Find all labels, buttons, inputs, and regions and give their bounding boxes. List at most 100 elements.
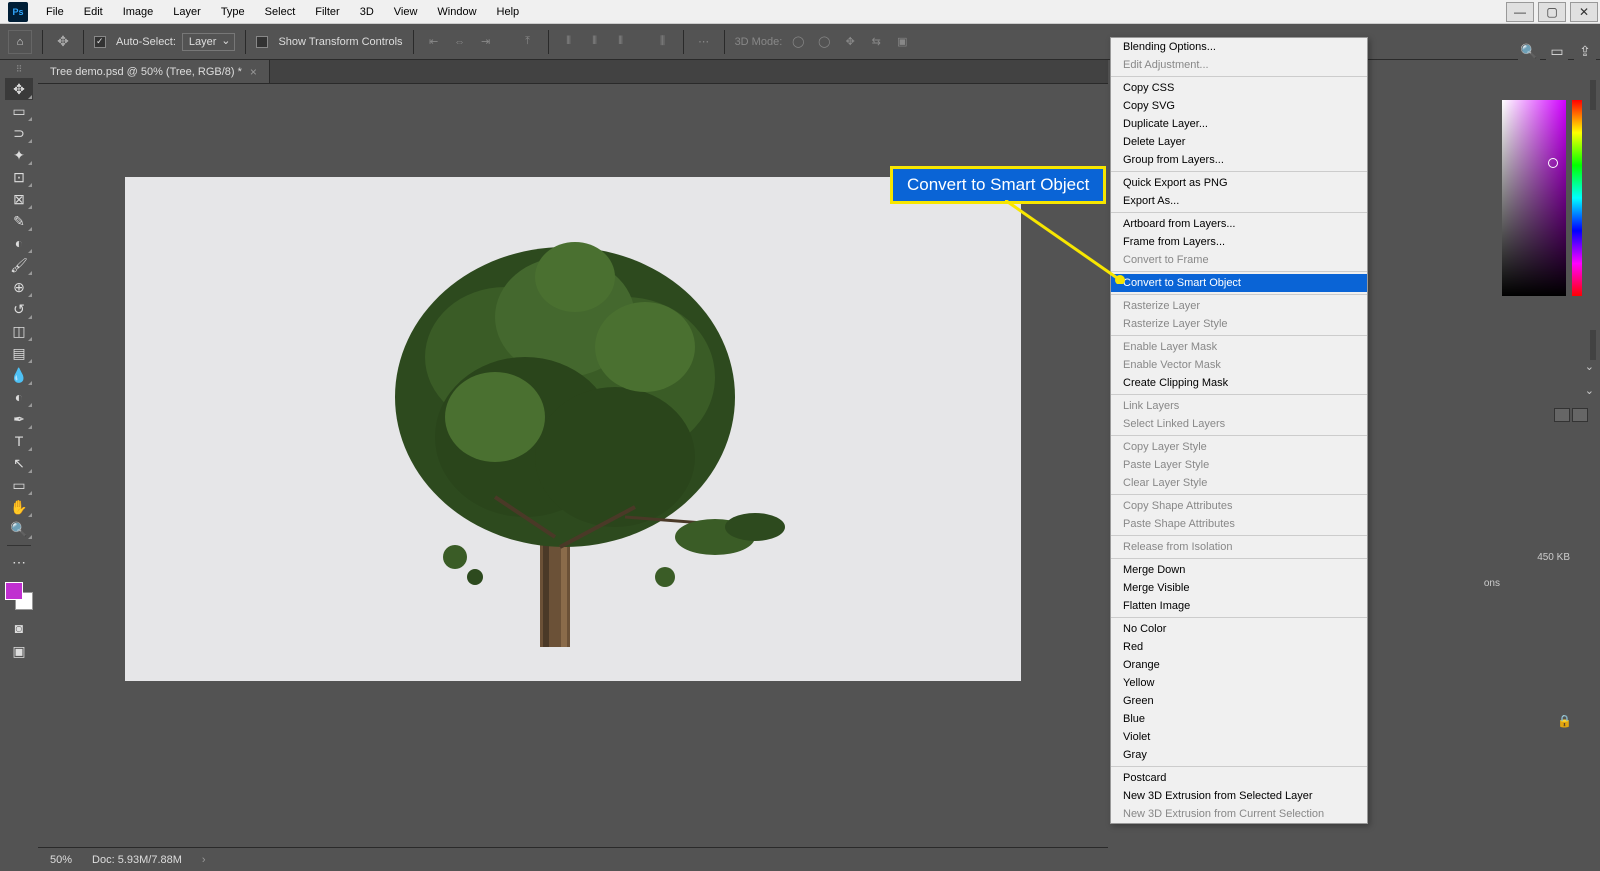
ctx-green[interactable]: Green bbox=[1111, 692, 1367, 710]
ctx-postcard[interactable]: Postcard bbox=[1111, 769, 1367, 787]
menu-3d[interactable]: 3D bbox=[350, 2, 384, 22]
move-tool[interactable]: ✥ bbox=[5, 78, 33, 100]
maximize-button[interactable]: ▢ bbox=[1538, 2, 1566, 22]
distribute-h-icon[interactable]: ⫼ bbox=[653, 32, 673, 52]
menu-window[interactable]: Window bbox=[427, 2, 486, 22]
ctx-blue[interactable]: Blue bbox=[1111, 710, 1367, 728]
ctx-quick-export-as-png[interactable]: Quick Export as PNG bbox=[1111, 174, 1367, 192]
blur-tool[interactable]: 💧 bbox=[5, 364, 33, 386]
lock-icon[interactable]: 🔒 bbox=[1557, 714, 1572, 728]
ctx-group-from-layers[interactable]: Group from Layers... bbox=[1111, 151, 1367, 169]
align-right-icon[interactable]: ⇥ bbox=[476, 32, 496, 52]
ctx-export-as[interactable]: Export As... bbox=[1111, 192, 1367, 210]
ctx-convert-to-smart-object[interactable]: Convert to Smart Object bbox=[1111, 274, 1367, 292]
healing-tool[interactable]: ◐ bbox=[5, 232, 33, 254]
panel-menu-icon[interactable] bbox=[1590, 330, 1596, 360]
frame-tool[interactable]: ⊠ bbox=[5, 188, 33, 210]
zoom-tool[interactable]: 🔍 bbox=[5, 518, 33, 540]
ctx-merge-visible[interactable]: Merge Visible bbox=[1111, 579, 1367, 597]
dodge-tool[interactable]: ◐ bbox=[5, 386, 33, 408]
pen-tool[interactable]: ✒ bbox=[5, 408, 33, 430]
menu-select[interactable]: Select bbox=[255, 2, 306, 22]
ctx-flatten-image[interactable]: Flatten Image bbox=[1111, 597, 1367, 615]
close-button[interactable]: ✕ bbox=[1570, 2, 1598, 22]
workspace-icon[interactable]: ▭ bbox=[1546, 40, 1568, 62]
ctx-gray[interactable]: Gray bbox=[1111, 746, 1367, 764]
color-saturation-value[interactable] bbox=[1502, 100, 1566, 296]
menu-file[interactable]: File bbox=[36, 2, 74, 22]
ctx-no-color[interactable]: No Color bbox=[1111, 620, 1367, 638]
panel-grip-icon[interactable]: ⠿ bbox=[16, 64, 23, 75]
distribute-v-icon[interactable]: ⫴ bbox=[585, 32, 605, 52]
ctx-merge-down[interactable]: Merge Down bbox=[1111, 561, 1367, 579]
doc-size-info[interactable]: Doc: 5.93M/7.88M bbox=[92, 854, 182, 866]
type-tool[interactable]: T bbox=[5, 430, 33, 452]
menu-help[interactable]: Help bbox=[487, 2, 530, 22]
ctx-copy-svg[interactable]: Copy SVG bbox=[1111, 97, 1367, 115]
list-view-icon[interactable] bbox=[1572, 408, 1588, 422]
callout-line bbox=[1005, 200, 1135, 284]
lasso-tool[interactable]: ⊃ bbox=[5, 122, 33, 144]
edit-toolbar-icon[interactable]: ⋯ bbox=[5, 551, 33, 573]
ctx-duplicate-layer[interactable]: Duplicate Layer... bbox=[1111, 115, 1367, 133]
ctx-new-3d-extrusion-from-selected-layer[interactable]: New 3D Extrusion from Selected Layer bbox=[1111, 787, 1367, 805]
minimize-button[interactable]: — bbox=[1506, 2, 1534, 22]
menu-type[interactable]: Type bbox=[211, 2, 255, 22]
hand-tool[interactable]: ✋ bbox=[5, 496, 33, 518]
ctx-artboard-from-layers[interactable]: Artboard from Layers... bbox=[1111, 215, 1367, 233]
status-flyout-icon[interactable]: › bbox=[202, 854, 206, 866]
eyedropper-tool[interactable]: ✎ bbox=[5, 210, 33, 232]
ctx-blending-options[interactable]: Blending Options... bbox=[1111, 38, 1367, 56]
align-top-icon[interactable]: ⤒ bbox=[518, 32, 538, 52]
ctx-yellow[interactable]: Yellow bbox=[1111, 674, 1367, 692]
panel-chevron-icon[interactable]: ⌄ bbox=[1585, 384, 1594, 397]
canvas[interactable] bbox=[125, 177, 1021, 681]
brush-tool[interactable]: 🖌 bbox=[5, 254, 33, 276]
document-tab[interactable]: Tree demo.psd @ 50% (Tree, RGB/8) * × bbox=[38, 60, 270, 83]
magic-wand-tool[interactable]: ✦ bbox=[5, 144, 33, 166]
auto-select-target-dropdown[interactable]: Layer bbox=[182, 33, 236, 51]
distribute-bottom-icon[interactable]: ⫴ bbox=[611, 32, 631, 52]
menu-edit[interactable]: Edit bbox=[74, 2, 113, 22]
path-select-tool[interactable]: ↖ bbox=[5, 452, 33, 474]
color-hue-slider[interactable] bbox=[1572, 100, 1582, 296]
close-tab-icon[interactable]: × bbox=[250, 65, 257, 79]
menu-layer[interactable]: Layer bbox=[163, 2, 211, 22]
panel-collapse-icon[interactable] bbox=[1590, 80, 1596, 110]
zoom-level[interactable]: 50% bbox=[50, 854, 72, 866]
foreground-color[interactable] bbox=[5, 582, 23, 600]
more-options-icon[interactable]: ⋯ bbox=[694, 32, 714, 52]
crop-tool[interactable]: ⊡ bbox=[5, 166, 33, 188]
panel-chevron-icon[interactable]: ⌄ bbox=[1585, 360, 1594, 373]
search-icon[interactable]: 🔍 bbox=[1518, 40, 1540, 62]
align-center-h-icon[interactable]: ⇔ bbox=[450, 32, 470, 52]
menu-filter[interactable]: Filter bbox=[305, 2, 349, 22]
history-brush-tool[interactable]: ↺ bbox=[5, 298, 33, 320]
marquee-tool[interactable]: ▭ bbox=[5, 100, 33, 122]
menu-image[interactable]: Image bbox=[113, 2, 164, 22]
panel-tab-partial[interactable]: ons bbox=[1484, 578, 1500, 589]
quick-mask-icon[interactable]: ◙ bbox=[5, 617, 33, 639]
gradient-tool[interactable]: ▤ bbox=[5, 342, 33, 364]
auto-select-checkbox[interactable] bbox=[94, 36, 106, 48]
rectangle-tool[interactable]: ▭ bbox=[5, 474, 33, 496]
align-left-icon[interactable]: ⇤ bbox=[424, 32, 444, 52]
ctx-delete-layer[interactable]: Delete Layer bbox=[1111, 133, 1367, 151]
clone-tool[interactable]: ⊕ bbox=[5, 276, 33, 298]
ctx-create-clipping-mask[interactable]: Create Clipping Mask bbox=[1111, 374, 1367, 392]
thumbnail-view-icon[interactable] bbox=[1554, 408, 1570, 422]
view-mode-toggle[interactable] bbox=[1554, 408, 1588, 422]
eraser-tool[interactable]: ◫ bbox=[5, 320, 33, 342]
ctx-red[interactable]: Red bbox=[1111, 638, 1367, 656]
color-swatches[interactable] bbox=[5, 582, 33, 610]
ctx-copy-css[interactable]: Copy CSS bbox=[1111, 79, 1367, 97]
ctx-violet[interactable]: Violet bbox=[1111, 728, 1367, 746]
menu-view[interactable]: View bbox=[384, 2, 428, 22]
home-icon[interactable]: ⌂ bbox=[8, 30, 32, 54]
ctx-orange[interactable]: Orange bbox=[1111, 656, 1367, 674]
distribute-top-icon[interactable]: ⫴ bbox=[559, 32, 579, 52]
share-icon[interactable]: ⇪ bbox=[1574, 40, 1596, 62]
ctx-frame-from-layers[interactable]: Frame from Layers... bbox=[1111, 233, 1367, 251]
screen-mode-icon[interactable]: ▣ bbox=[5, 640, 33, 662]
show-transform-checkbox[interactable] bbox=[256, 36, 268, 48]
